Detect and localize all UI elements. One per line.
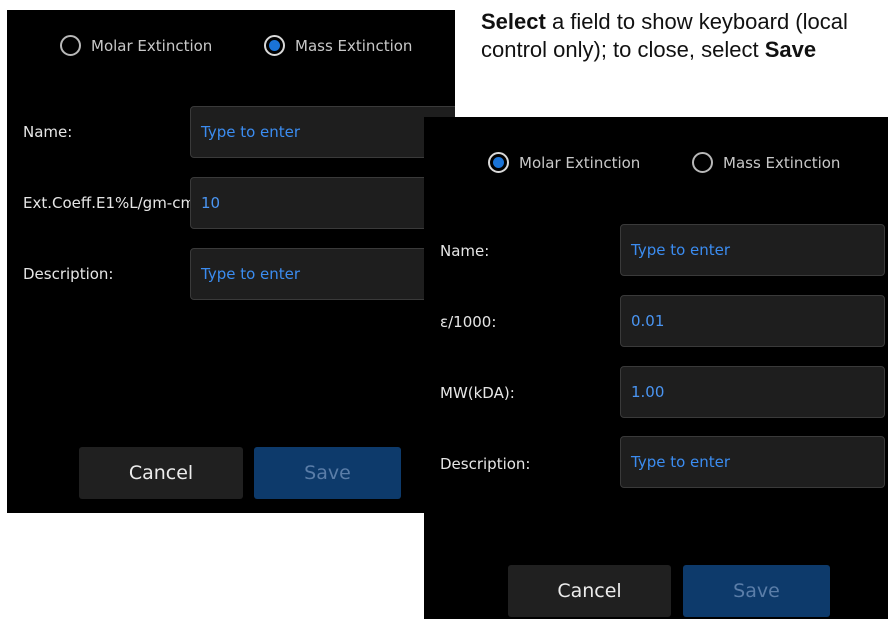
name-input[interactable]: Type to enter bbox=[620, 224, 885, 276]
description-input[interactable]: Type to enter bbox=[620, 436, 885, 488]
instructions-bold-save: Save bbox=[764, 37, 817, 62]
radio-unchecked-icon bbox=[692, 152, 713, 173]
epsilon-label: ε/1000: bbox=[440, 313, 497, 331]
mw-label: MW(kDA): bbox=[440, 384, 515, 402]
radio-mass-extinction[interactable]: Mass Extinction bbox=[264, 35, 412, 56]
cancel-button[interactable]: Cancel bbox=[79, 447, 243, 499]
name-label: Name: bbox=[440, 242, 490, 260]
description-label: Description: bbox=[23, 265, 114, 283]
radio-label: Molar Extinction bbox=[91, 36, 213, 55]
ext-coeff-input[interactable]: 10 bbox=[190, 177, 455, 229]
radio-checked-icon bbox=[264, 35, 285, 56]
molar-extinction-panel: Molar Extinction Mass Extinction Name: T… bbox=[424, 117, 888, 619]
radio-unchecked-icon bbox=[60, 35, 81, 56]
radio-molar-extinction[interactable]: Molar Extinction bbox=[60, 35, 212, 56]
radio-molar-extinction[interactable]: Molar Extinction bbox=[488, 152, 640, 173]
save-button[interactable]: Save bbox=[683, 565, 830, 617]
description-input[interactable]: Type to enter bbox=[190, 248, 455, 300]
mw-input[interactable]: 1.00 bbox=[620, 366, 885, 418]
name-input[interactable]: Type to enter bbox=[190, 106, 455, 158]
epsilon-input[interactable]: 0.01 bbox=[620, 295, 885, 347]
mass-extinction-panel: Molar Extinction Mass Extinction Name: T… bbox=[7, 10, 455, 513]
radio-checked-icon bbox=[488, 152, 509, 173]
name-label: Name: bbox=[23, 123, 73, 141]
description-label: Description: bbox=[440, 455, 531, 473]
instructions-bold-select: Select bbox=[481, 9, 546, 34]
radio-mass-extinction[interactable]: Mass Extinction bbox=[692, 152, 840, 173]
radio-label: Mass Extinction bbox=[723, 153, 841, 172]
ext-coeff-label: Ext.Coeff.E1%L/gm-cm: bbox=[23, 194, 201, 212]
cancel-button[interactable]: Cancel bbox=[508, 565, 671, 617]
save-button[interactable]: Save bbox=[254, 447, 401, 499]
radio-label: Mass Extinction bbox=[295, 36, 413, 55]
radio-label: Molar Extinction bbox=[519, 153, 641, 172]
instructions-text: Select a field to show keyboard (local c… bbox=[481, 8, 881, 64]
